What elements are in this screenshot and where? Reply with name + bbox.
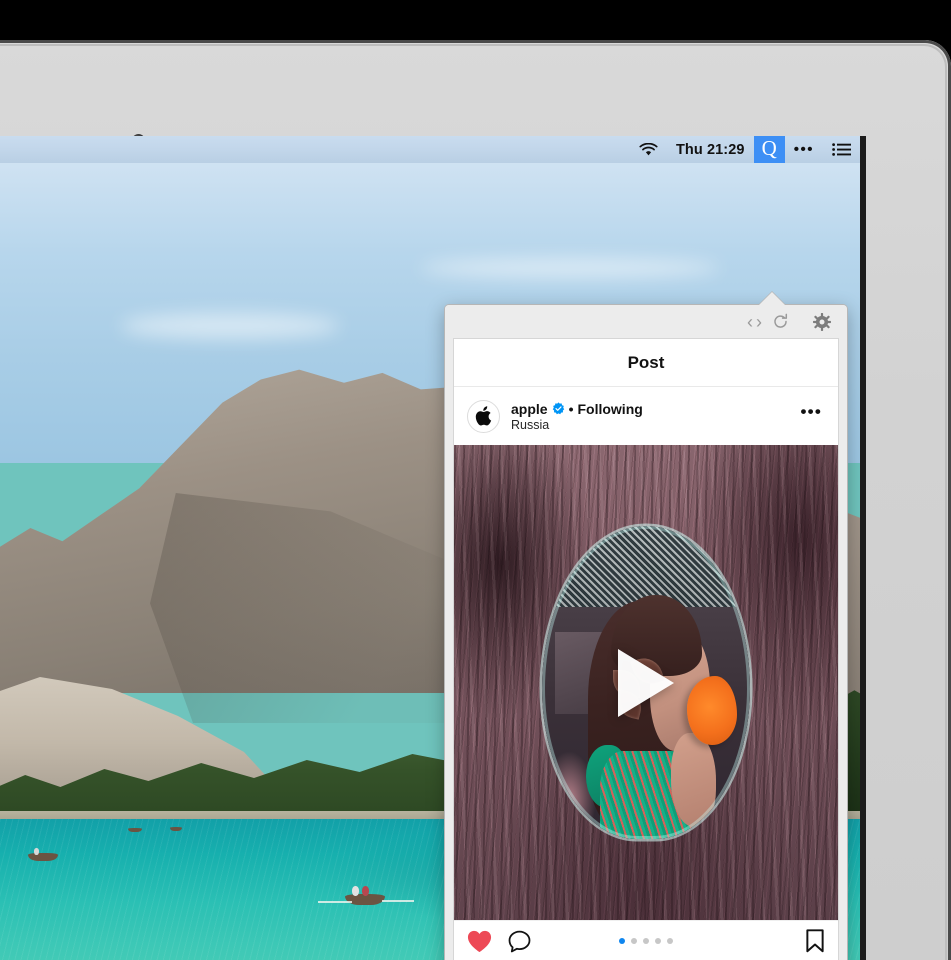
screenshot-root: Thu 21:29 Q ••• ‹ › Post apple • Followi… — [0, 0, 951, 960]
carousel-dot[interactable] — [631, 938, 637, 944]
menubar-status-items: Thu 21:29 Q ••• — [630, 136, 860, 163]
post-username[interactable]: apple — [511, 401, 548, 417]
wallpaper-boat-oar — [382, 900, 414, 902]
wallpaper-boat-person — [352, 886, 359, 896]
menubar-clock[interactable]: Thu 21:29 — [667, 136, 754, 163]
follow-state-label[interactable]: Following — [577, 401, 642, 417]
carousel-dot[interactable] — [655, 938, 661, 944]
wifi-icon[interactable] — [630, 136, 667, 163]
q-icon: Q — [761, 136, 777, 160]
forward-button[interactable]: › — [755, 313, 763, 331]
page-title: Post — [454, 339, 838, 387]
verified-badge-icon — [552, 402, 564, 415]
carousel-dot[interactable] — [643, 938, 649, 944]
display-screen: Thu 21:29 Q ••• ‹ › Post apple • Followi… — [0, 136, 866, 960]
list-icon[interactable] — [823, 136, 860, 163]
post-actions-right — [805, 929, 825, 953]
instagram-popup-panel: ‹ › Post apple • Following Russia ••• — [444, 304, 848, 960]
post-actions-bar — [454, 920, 838, 960]
popup-toolbar: ‹ › — [445, 305, 847, 338]
popup-arrow — [759, 292, 785, 305]
scene-roof — [542, 525, 750, 608]
post-header: apple • Following Russia ••• — [454, 387, 838, 445]
post-media[interactable] — [454, 445, 838, 920]
wallpaper-cloud — [120, 313, 340, 339]
play-icon[interactable] — [618, 648, 674, 717]
post-options-button[interactable]: ••• — [798, 402, 825, 431]
bookmark-icon[interactable] — [805, 929, 825, 953]
wallpaper-boat — [170, 827, 182, 831]
post-card: Post apple • Following Russia ••• — [453, 338, 839, 960]
reload-icon[interactable] — [767, 309, 793, 335]
ellipsis-icon[interactable]: ••• — [785, 136, 823, 163]
carousel-indicator — [619, 938, 673, 944]
subject-arm — [670, 732, 717, 827]
wallpaper-boat — [128, 828, 142, 832]
post-actions-left — [467, 929, 532, 954]
menubar-active-app-icon[interactable]: Q — [753, 136, 785, 163]
nav-history-controls: ‹ › — [746, 313, 763, 331]
avatar[interactable] — [467, 399, 500, 433]
back-button[interactable]: ‹ — [746, 313, 754, 331]
wallpaper-boat — [28, 853, 58, 861]
post-identity-line: apple • Following — [511, 401, 787, 417]
macos-menubar: Thu 21:29 Q ••• — [0, 136, 860, 163]
post-location[interactable]: Russia — [511, 418, 787, 432]
carousel-dot[interactable] — [667, 938, 673, 944]
wallpaper-boat-oar — [318, 901, 352, 903]
wallpaper-cloud — [420, 258, 720, 278]
wallpaper-boat-person — [34, 848, 39, 855]
apple-logo-icon — [475, 406, 492, 426]
post-meta: apple • Following Russia — [511, 401, 787, 432]
gear-icon[interactable] — [809, 309, 835, 335]
orange-flower — [687, 676, 738, 746]
post-separator: • — [568, 400, 574, 417]
wallpaper-boat-person — [362, 886, 369, 896]
carousel-dot[interactable] — [619, 938, 625, 944]
heart-filled-icon[interactable] — [467, 930, 492, 953]
comment-icon[interactable] — [507, 929, 532, 954]
